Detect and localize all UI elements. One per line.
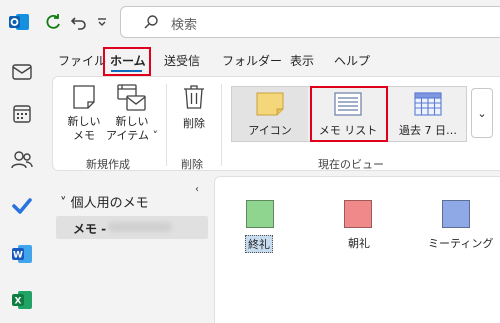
note-item[interactable]: 朝礼	[334, 200, 374, 254]
search-icon	[143, 14, 159, 34]
note-item[interactable]: ミーティング	[424, 200, 493, 254]
mail-icon[interactable]	[8, 58, 36, 86]
view-last-7-days-label: 過去 7 日…	[399, 124, 457, 137]
search-placeholder: 検索	[171, 18, 198, 33]
trash-icon	[183, 84, 205, 114]
redacted-account-name	[108, 222, 172, 232]
view-last-7-days-button[interactable]: 過去 7 日…	[390, 88, 466, 140]
group-label-new: 新規作成	[86, 158, 130, 171]
new-item-label-line2: アイテム ˅	[106, 129, 158, 142]
delete-button[interactable]: 削除	[174, 82, 214, 144]
todo-icon[interactable]	[8, 192, 36, 220]
new-item-label-line1: 新しい	[115, 115, 149, 128]
new-note-button[interactable]: 新しい メモ	[64, 82, 104, 144]
sticky-note-icon	[256, 92, 284, 120]
new-item-button[interactable]: 新しい アイテム ˅	[106, 82, 158, 144]
ribbon-separator	[221, 84, 222, 166]
app-rail: W X	[0, 44, 44, 323]
view-gallery-dropdown-button[interactable]: ⌄	[471, 88, 493, 138]
collapse-pane-icon[interactable]: ‹	[195, 184, 199, 195]
view-icon-button[interactable]: アイコン	[234, 88, 306, 140]
calendar-grid-icon	[414, 92, 442, 120]
folder-item-label: メモ -	[73, 222, 107, 236]
note-icon	[344, 200, 372, 228]
highlight-box-note-list	[310, 86, 388, 142]
note-title: ミーティング	[428, 237, 494, 250]
chevron-down-icon: ˅	[60, 196, 67, 211]
quick-access-dropdown-icon[interactable]	[94, 9, 110, 35]
folder-group-label: 個人用のメモ	[70, 196, 149, 211]
highlight-box-home-tab	[103, 47, 151, 76]
note-icon	[72, 84, 96, 114]
ribbon-separator	[166, 84, 167, 166]
sync-icon[interactable]	[40, 9, 66, 35]
note-title: 朝礼	[348, 237, 370, 250]
title-bar: 検索	[0, 0, 500, 44]
folder-group-header[interactable]: ˅ 個人用のメモ	[60, 192, 149, 211]
word-icon[interactable]: W	[8, 240, 36, 268]
group-label-current-view: 現在のビュー	[318, 158, 384, 171]
excel-icon[interactable]: X	[8, 286, 36, 314]
delete-label: 削除	[183, 117, 205, 130]
tab-folder[interactable]: フォルダー	[222, 52, 282, 69]
note-title: 終礼	[245, 235, 273, 253]
undo-icon[interactable]	[66, 9, 92, 35]
view-icon-label: アイコン	[248, 124, 292, 137]
people-icon[interactable]	[8, 146, 36, 174]
new-item-icon	[117, 84, 147, 116]
note-icon	[442, 200, 470, 228]
chevron-down-icon: ⌄	[477, 106, 487, 120]
svg-text:W: W	[13, 251, 23, 261]
svg-text:X: X	[15, 297, 22, 307]
group-label-delete: 削除	[181, 158, 203, 171]
tab-view[interactable]: 表示	[290, 52, 314, 69]
outlook-logo-icon	[6, 9, 32, 35]
note-item[interactable]: 終礼	[240, 200, 280, 254]
new-note-label-line2: メモ	[73, 129, 95, 142]
tab-file[interactable]: ファイル	[58, 52, 106, 69]
tab-help[interactable]: ヘルプ	[334, 52, 370, 69]
calendar-icon[interactable]	[8, 100, 36, 128]
tab-send-receive[interactable]: 送受信	[164, 52, 200, 69]
search-input[interactable]: 検索	[120, 6, 500, 38]
note-icon	[246, 200, 274, 228]
new-note-label-line1: 新しい	[67, 115, 101, 128]
